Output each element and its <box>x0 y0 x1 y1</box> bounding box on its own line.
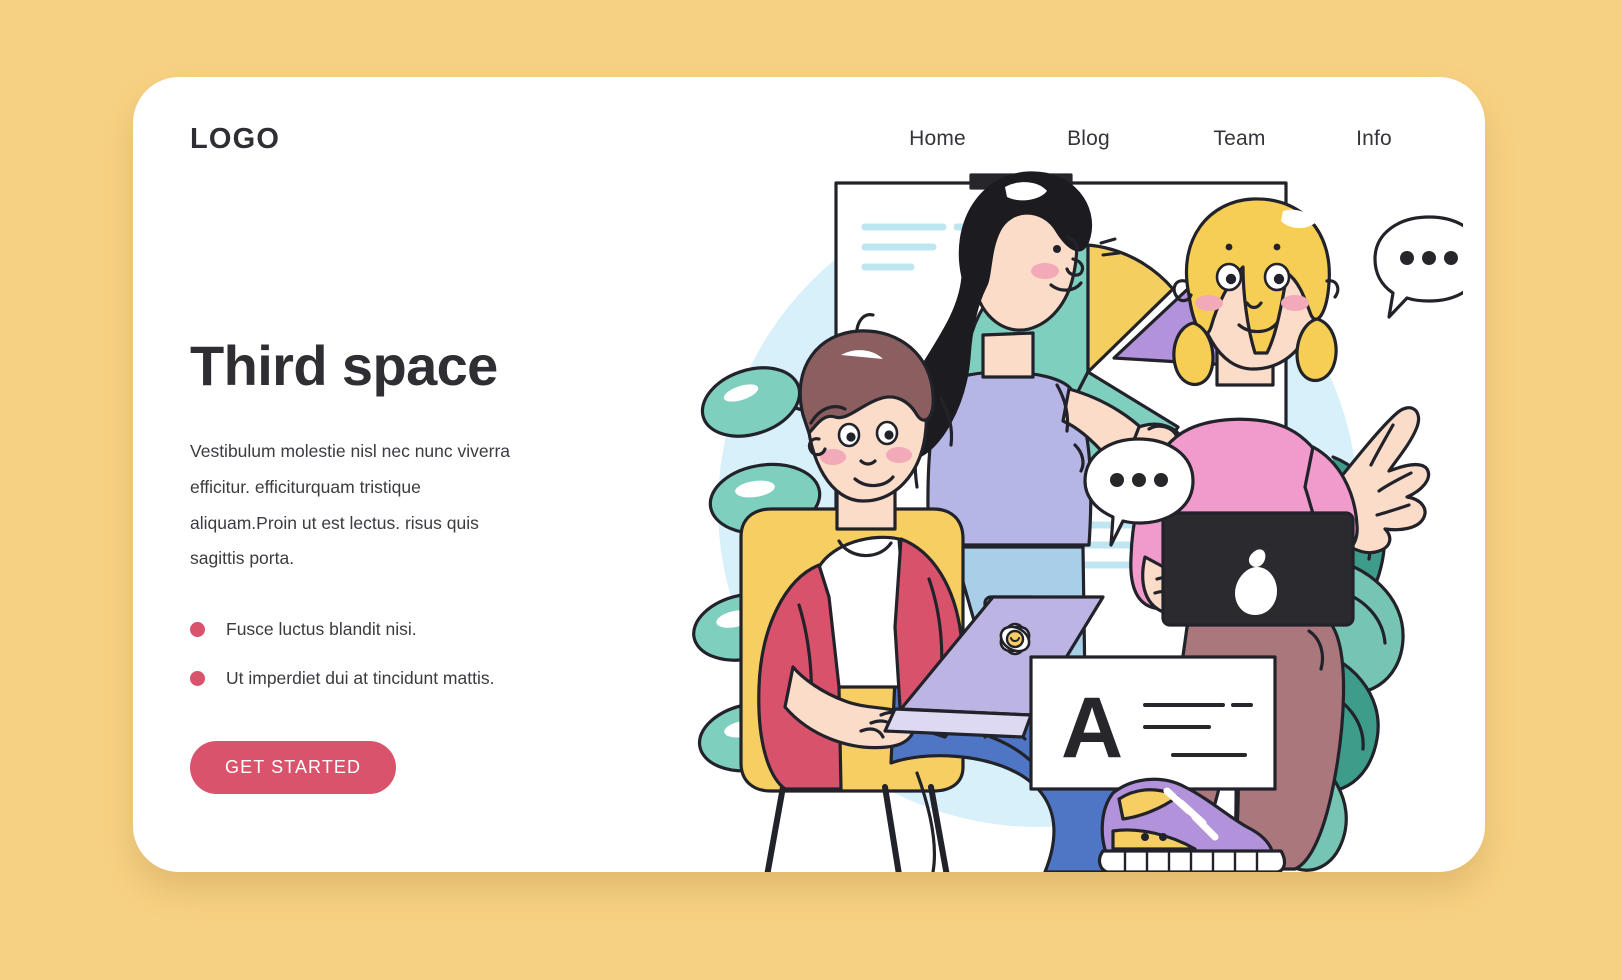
page-root: LOGO Home Blog Team Info Third space Ves… <box>0 0 1621 980</box>
get-started-button[interactable]: GET STARTED <box>190 741 397 795</box>
feature-list: Fusce luctus blandit nisi. Ut imperdiet … <box>190 619 620 689</box>
list-item: Ut imperdiet dui at tincidunt mattis. <box>190 668 620 689</box>
list-item: Fusce luctus blandit nisi. <box>190 619 620 640</box>
hero-paragraph: Vestibulum molestie nisl nec nunc viverr… <box>190 440 511 569</box>
card-a-letter: A <box>1061 680 1123 776</box>
bubble-dots <box>1400 251 1458 265</box>
bullet-dot-icon <box>190 671 205 687</box>
speech-bubble-upper <box>1373 215 1463 319</box>
hero-illustration: A <box>633 127 1463 872</box>
hero-card: LOGO Home Blog Team Info Third space Ves… <box>133 77 1485 872</box>
list-item-label: Ut imperdiet dui at tincidunt mattis. <box>226 668 495 689</box>
coworking-illustration-svg: A <box>692 171 1463 872</box>
card-a: A <box>1029 655 1277 791</box>
laptop-dark <box>1161 511 1355 627</box>
list-item-label: Fusce luctus blandit nisi. <box>226 619 417 640</box>
logo[interactable]: LOGO <box>190 123 280 156</box>
page-title: Third space <box>190 334 498 397</box>
hero-text-column: Third space Vestibulum molestie nisl nec… <box>190 334 620 795</box>
bullet-dot-icon <box>190 622 205 638</box>
bubble-dots <box>1110 473 1168 487</box>
